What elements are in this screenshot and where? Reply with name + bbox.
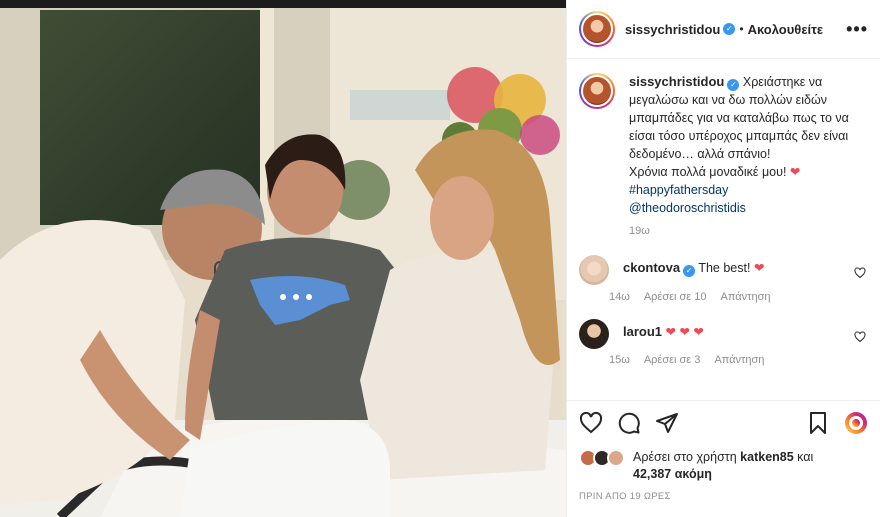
share-icon[interactable] [655,411,679,435]
likes-count[interactable]: 42,387 [633,467,671,481]
comment-time[interactable]: 14ω [609,291,630,303]
commenter-username[interactable]: ckontova [623,260,680,275]
verified-badge-icon: ✓ [727,79,740,91]
liker-avatars [579,449,627,467]
commenter-avatar[interactable] [579,255,609,285]
hashtag-link[interactable]: #happyfathersday [629,183,728,197]
likes-conj: και [797,450,814,464]
comment-item: ckontova ✓ The best! ❤ 14ω Αρέσει σε 10 Α… [579,255,868,303]
heart-icon[interactable] [579,411,603,435]
commenter-avatar[interactable] [579,319,609,349]
reply-button[interactable]: Απάντηση [714,354,764,366]
post-side-panel: sissychristidou ✓ • Ακολουθείτε ••• siss… [566,0,880,517]
likes-summary[interactable]: Αρέσει στο χρήστη katken85 και 42,387 ακ… [579,449,868,483]
red-heart-emoji-icon: ❤ ❤ ❤ [665,325,704,339]
caption-username[interactable]: sissychristidou [629,74,724,89]
comment-item: larou1 ❤ ❤ ❤ 15ω Αρέσει σε 3 Απάντηση [579,319,868,366]
liker-username[interactable]: katken85 [740,450,794,464]
mention-link[interactable]: @theodoroschristidis [629,201,746,215]
red-heart-emoji-icon: ❤ [789,165,801,179]
caption-time[interactable]: 19ω [629,225,868,237]
post-header: sissychristidou ✓ • Ακολουθείτε ••• [567,0,880,59]
author-username[interactable]: sissychristidou [625,22,720,37]
post-actions: Αρέσει στο χρήστη katken85 και 42,387 ακ… [567,400,880,502]
likes-suffix[interactable]: ακόμη [675,467,712,481]
comment-likes[interactable]: Αρέσει σε 3 [644,354,701,366]
post-photo[interactable] [0,0,566,517]
bookmark-icon[interactable] [806,411,830,435]
post-image [0,0,566,517]
following-button[interactable]: Ακολουθείτε [748,22,824,37]
author-avatar[interactable] [579,11,615,47]
verified-badge-icon: ✓ [723,23,736,35]
reel-icon[interactable] [844,411,868,435]
caption-text-2: Χρόνια πολλά μοναδικέ μου! [629,165,787,179]
separator-dot: • [739,22,744,36]
more-options-icon[interactable]: ••• [846,19,868,40]
red-heart-emoji-icon: ❤ [753,261,765,275]
verified-badge-icon: ✓ [683,265,696,277]
comment-like-heart-icon[interactable] [854,267,866,279]
comment-like-heart-icon[interactable] [854,331,866,343]
comment-icon[interactable] [617,411,641,435]
comment-time[interactable]: 15ω [609,354,630,366]
comment-likes[interactable]: Αρέσει σε 10 [644,291,707,303]
commenter-username[interactable]: larou1 [623,324,662,339]
caption-author-avatar[interactable] [579,73,615,109]
comment-text: The best! [698,261,751,275]
likes-prefix: Αρέσει στο χρήστη [633,450,737,464]
post-caption: sissychristidou ✓ Χρειάστηκε να μεγαλώσω … [579,73,868,217]
reply-button[interactable]: Απάντηση [721,291,771,303]
comments-scroll-area[interactable]: sissychristidou ✓ Χρειάστηκε να μεγαλώσω … [567,59,880,401]
posted-time[interactable]: ΠΡΙΝ ΑΠΟ 19 ΩΡΕΣ [579,491,868,502]
